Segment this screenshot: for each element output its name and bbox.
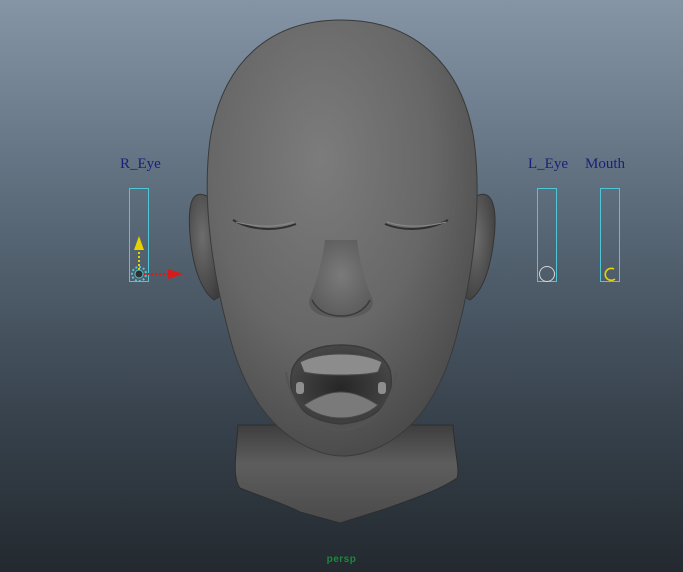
move-manipulator-icon[interactable] — [120, 230, 190, 290]
mouth-slider-knob[interactable] — [602, 266, 618, 282]
l-eye-slider-knob[interactable] — [539, 266, 555, 282]
camera-name-label: persp — [326, 554, 357, 565]
l-eye-label: L_Eye — [528, 156, 568, 172]
head-mesh-icon[interactable] — [0, 0, 683, 572]
viewport-persp[interactable]: R_Eye L_Eye Mouth persp — [0, 0, 683, 572]
r-eye-label: R_Eye — [120, 156, 161, 172]
mouth-label: Mouth — [585, 156, 626, 172]
